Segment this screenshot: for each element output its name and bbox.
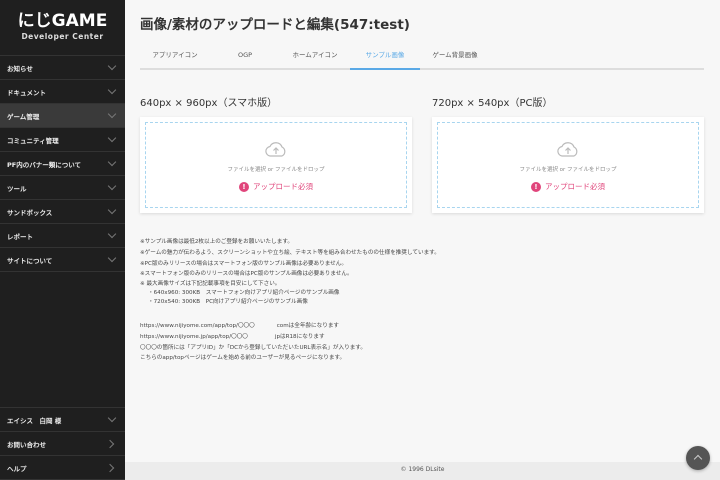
copyright: © 1996 DLsite — [400, 466, 445, 473]
cloud-upload-icon — [557, 142, 578, 157]
chevron-up-icon — [693, 454, 703, 464]
note-line: ・720x540: 300KB PC向けアプリ紹介ページのサンプル画像 — [148, 299, 308, 306]
sidebar: にじGAME Developer Center お知らせ ドキュメント ゲーム管… — [0, 0, 125, 480]
bottom-nav: エイシス 白岡 様 お問い合わせ ヘルプ — [0, 407, 125, 480]
url-line: https://www.nijiyome.jp/app/top/〇〇〇 jpはR1… — [140, 332, 366, 343]
url-line: https://www.nijiyome.com/app/top/〇〇〇 comは… — [140, 321, 366, 332]
sidebar-item-game-management[interactable]: ゲーム管理 — [0, 104, 125, 128]
sidebar-item-label: エイシス 白岡 様 — [7, 416, 62, 425]
sidebar-item-label: ドキュメント — [7, 88, 46, 97]
cloud-upload-icon — [265, 142, 286, 157]
tab-game-background[interactable]: ゲーム背景画像 — [420, 45, 490, 68]
required-label: アップロード必須 — [253, 182, 313, 191]
chevron-down-icon — [107, 109, 117, 119]
chevron-down-icon — [107, 229, 117, 239]
chevron-right-icon — [105, 439, 115, 449]
sidebar-item-label: ヘルプ — [7, 464, 27, 473]
chevron-down-icon — [107, 133, 117, 143]
page-title: 画像/素材のアップロードと編集(547:test) — [140, 17, 410, 33]
chevron-down-icon — [107, 253, 117, 263]
main-nav: お知らせ ドキュメント ゲーム管理 コミュニティ管理 PF内のバナー類について … — [0, 55, 125, 272]
dropzone-hint: ファイルを選択 or ファイルをドロップ — [227, 167, 325, 173]
sidebar-item-label: ゲーム管理 — [7, 112, 40, 121]
main-content: 画像/素材のアップロードと編集(547:test) アプリアイコン OGP ホー… — [125, 0, 720, 462]
sidebar-item-banners[interactable]: PF内のバナー類について — [0, 152, 125, 176]
file-dropzone-pc[interactable]: ファイルを選択 or ファイルをドロップ ! アップロード必須 — [437, 122, 699, 208]
notes: ※サンプル画像は最低2枚以上のご登録をお願いいたします。 ※ゲームの魅力が伝わる… — [140, 237, 440, 307]
sidebar-item-account[interactable]: エイシス 白岡 様 — [0, 408, 125, 432]
sidebar-item-label: PF内のバナー類について — [7, 160, 82, 169]
logo-text: にじGAME — [17, 11, 108, 31]
sidebar-item-sandbox[interactable]: サンドボックス — [0, 200, 125, 224]
logo-subtitle: Developer Center — [21, 32, 104, 41]
note-line: ※PC版のみリリースの場合はスマートフォン版のサンプル画像は必要ありません。 — [140, 260, 347, 267]
scroll-to-top-button[interactable] — [686, 446, 710, 470]
url-desc: comは全年齢になります — [276, 323, 340, 329]
chevron-down-icon — [107, 413, 117, 423]
tab-sample-images[interactable]: サンプル画像 — [350, 45, 420, 70]
tab-bar: アプリアイコン OGP ホームアイコン サンプル画像 ゲーム背景画像 — [140, 45, 704, 70]
note-line: ※サンプル画像は最低2枚以上のご登録をお願いいたします。 — [140, 239, 293, 245]
chevron-down-icon — [107, 181, 117, 191]
sidebar-item-about[interactable]: サイトについて — [0, 248, 125, 272]
url-info: https://www.nijiyome.com/app/top/〇〇〇 comは… — [140, 321, 366, 364]
sidebar-item-docs[interactable]: ドキュメント — [0, 80, 125, 104]
chevron-down-icon — [107, 61, 117, 71]
note-line: ※スマートフォン版のみのリリースの場合はPC版のサンプル画像は必要ありません。 — [140, 271, 353, 278]
chevron-down-icon — [107, 205, 117, 215]
required-notice: ! アップロード必須 — [146, 181, 406, 192]
sidebar-item-label: レポート — [7, 232, 33, 241]
upload-card-sp: ファイルを選択 or ファイルをドロップ ! アップロード必須 — [140, 117, 412, 213]
exclamation-icon: ! — [531, 181, 541, 192]
sidebar-item-label: サイトについて — [7, 256, 53, 265]
tab-home-icon[interactable]: ホームアイコン — [280, 45, 350, 68]
upload-heading-pc: 720px × 540px（PC版） — [432, 98, 553, 109]
sidebar-item-tools[interactable]: ツール — [0, 176, 125, 200]
dropzone-hint: ファイルを選択 or ファイルをドロップ — [519, 167, 617, 173]
note-line: ・640x960: 300KB スマートフォン向けアプリ紹介ページのサンプル画像 — [148, 290, 340, 297]
upload-card-pc: ファイルを選択 or ファイルをドロップ ! アップロード必須 — [432, 117, 704, 213]
file-dropzone-sp[interactable]: ファイルを選択 or ファイルをドロップ ! アップロード必須 — [145, 122, 407, 208]
upload-heading-sp: 640px × 960px（スマホ版） — [140, 98, 278, 109]
tab-app-icon[interactable]: アプリアイコン — [140, 45, 210, 68]
sidebar-item-help[interactable]: ヘルプ — [0, 456, 125, 480]
url-note: こちらのapp/topページはゲームを始める前のユーザーが見るページになります。 — [140, 355, 346, 362]
sidebar-item-news[interactable]: お知らせ — [0, 56, 125, 80]
logo[interactable]: にじGAME Developer Center — [0, 12, 125, 41]
sidebar-item-label: サンドボックス — [7, 208, 53, 217]
required-notice: ! アップロード必須 — [438, 181, 698, 192]
sidebar-item-label: ツール — [7, 184, 27, 193]
url-text: https://www.nijiyome.jp/app/top/〇〇〇 — [140, 333, 248, 340]
tab-ogp[interactable]: OGP — [210, 45, 280, 68]
chevron-down-icon — [107, 157, 117, 167]
required-label: アップロード必須 — [545, 182, 605, 191]
chevron-right-icon — [105, 463, 115, 473]
url-desc: jpはR18になります — [274, 333, 325, 340]
sidebar-item-label: コミュニティ管理 — [7, 136, 59, 145]
exclamation-icon: ! — [239, 181, 249, 192]
sidebar-item-label: お問い合わせ — [7, 440, 46, 449]
footer: © 1996 DLsite — [125, 462, 720, 480]
sidebar-item-label: お知らせ — [7, 64, 33, 73]
sidebar-item-report[interactable]: レポート — [0, 224, 125, 248]
sidebar-item-community[interactable]: コミュニティ管理 — [0, 128, 125, 152]
url-note: 〇〇〇の箇所には「アプリID」か「DCから登録していただいたURL表示名」が入り… — [140, 344, 366, 351]
note-line: ※ 最大画像サイズは下記記載事項を目安にして下さい。 — [140, 281, 281, 288]
chevron-down-icon — [107, 85, 117, 95]
url-text: https://www.nijiyome.com/app/top/〇〇〇 — [140, 323, 255, 329]
sidebar-item-contact[interactable]: お問い合わせ — [0, 432, 125, 456]
note-line: ※ゲームの魅力が伝わるよう、スクリーンショットや立ち絵、テキスト等を組み合わせた… — [140, 249, 440, 256]
